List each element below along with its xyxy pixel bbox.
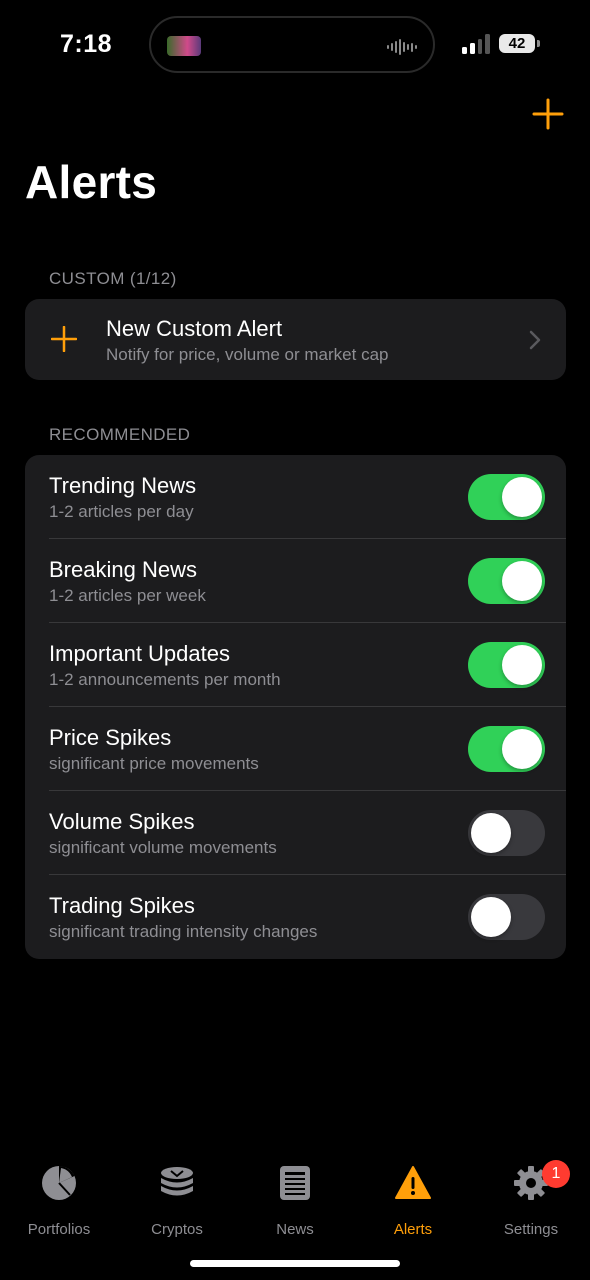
status-bar: 7:18 42 bbox=[0, 0, 590, 90]
new-custom-alert-title: New Custom Alert bbox=[106, 316, 283, 341]
alert-row-trending-news: Trending News 1-2 articles per day bbox=[25, 455, 566, 539]
toggle-knob bbox=[502, 561, 542, 601]
important-updates-toggle[interactable] bbox=[468, 642, 545, 688]
alert-title: Important Updates bbox=[49, 641, 230, 666]
alert-title: Volume Spikes bbox=[49, 809, 195, 834]
alert-title: Breaking News bbox=[49, 557, 197, 582]
toggle-knob bbox=[502, 477, 542, 517]
chevron-right-icon bbox=[529, 330, 541, 350]
alert-row-important-updates: Important Updates 1-2 announcements per … bbox=[25, 623, 566, 707]
toggle-knob bbox=[471, 897, 511, 937]
alert-title: Trending News bbox=[49, 473, 197, 498]
tab-label: Portfolios bbox=[27, 1221, 91, 1238]
battery-tip bbox=[537, 40, 540, 47]
tab-news[interactable]: News bbox=[236, 1162, 354, 1242]
plus-icon[interactable] bbox=[530, 96, 566, 132]
new-custom-alert-subtitle: Notify for price, volume or market cap bbox=[106, 345, 389, 364]
breaking-news-toggle[interactable] bbox=[468, 558, 545, 604]
alert-subtitle: 1-2 announcements per month bbox=[49, 670, 281, 689]
dynamic-island[interactable] bbox=[149, 16, 435, 73]
price-spikes-toggle[interactable] bbox=[468, 726, 545, 772]
trading-spikes-toggle[interactable] bbox=[468, 894, 545, 940]
pie-chart-icon bbox=[42, 1166, 76, 1200]
home-indicator[interactable] bbox=[190, 1260, 400, 1267]
tab-label: Settings bbox=[503, 1221, 559, 1238]
recommended-section-header: RECOMMENDED bbox=[49, 425, 191, 444]
newspaper-icon bbox=[280, 1166, 310, 1200]
recommended-alerts-list: Trending News 1-2 articles per day Break… bbox=[25, 455, 566, 959]
status-time: 7:18 bbox=[60, 30, 113, 58]
tab-cryptos[interactable]: Cryptos bbox=[118, 1162, 236, 1242]
alert-subtitle: 1-2 articles per day bbox=[49, 502, 194, 521]
trending-news-toggle[interactable] bbox=[468, 474, 545, 520]
notification-badge: 1 bbox=[542, 1160, 570, 1188]
volume-spikes-toggle[interactable] bbox=[468, 810, 545, 856]
alert-row-trading-spikes: Trading Spikes significant trading inten… bbox=[25, 875, 566, 959]
toggle-knob bbox=[502, 645, 542, 685]
now-playing-thumbnail bbox=[167, 36, 201, 56]
alert-subtitle: significant trading intensity changes bbox=[49, 922, 318, 941]
tab-settings[interactable]: 1 Settings bbox=[472, 1160, 590, 1242]
alert-subtitle: significant price movements bbox=[49, 754, 259, 773]
alert-title: Price Spikes bbox=[49, 725, 172, 750]
coin-stack-icon bbox=[161, 1167, 193, 1196]
tab-portfolios[interactable]: Portfolios bbox=[0, 1162, 118, 1242]
alert-row-volume-spikes: Volume Spikes significant volume movemen… bbox=[25, 791, 566, 875]
plus-icon bbox=[51, 326, 77, 352]
tab-label: News bbox=[276, 1221, 314, 1238]
new-custom-alert-button[interactable]: New Custom Alert Notify for price, volum… bbox=[25, 299, 566, 380]
tab-label: Cryptos bbox=[151, 1221, 203, 1238]
cellular-signal-icon bbox=[462, 34, 490, 54]
tab-label: Alerts bbox=[393, 1221, 433, 1238]
alert-row-breaking-news: Breaking News 1-2 articles per week bbox=[25, 539, 566, 623]
warning-triangle-icon bbox=[395, 1166, 431, 1199]
battery-icon: 42 bbox=[499, 34, 535, 53]
alert-subtitle: significant volume movements bbox=[49, 838, 277, 857]
custom-section-header: CUSTOM (1/12) bbox=[49, 269, 177, 288]
page-title: Alerts bbox=[25, 156, 158, 208]
tab-alerts[interactable]: Alerts bbox=[354, 1162, 472, 1242]
audio-waveform-icon bbox=[387, 39, 417, 55]
alert-row-price-spikes: Price Spikes significant price movements bbox=[25, 707, 566, 791]
toggle-knob bbox=[502, 729, 542, 769]
alert-title: Trading Spikes bbox=[49, 893, 195, 918]
alert-subtitle: 1-2 articles per week bbox=[49, 586, 206, 605]
toggle-knob bbox=[471, 813, 511, 853]
